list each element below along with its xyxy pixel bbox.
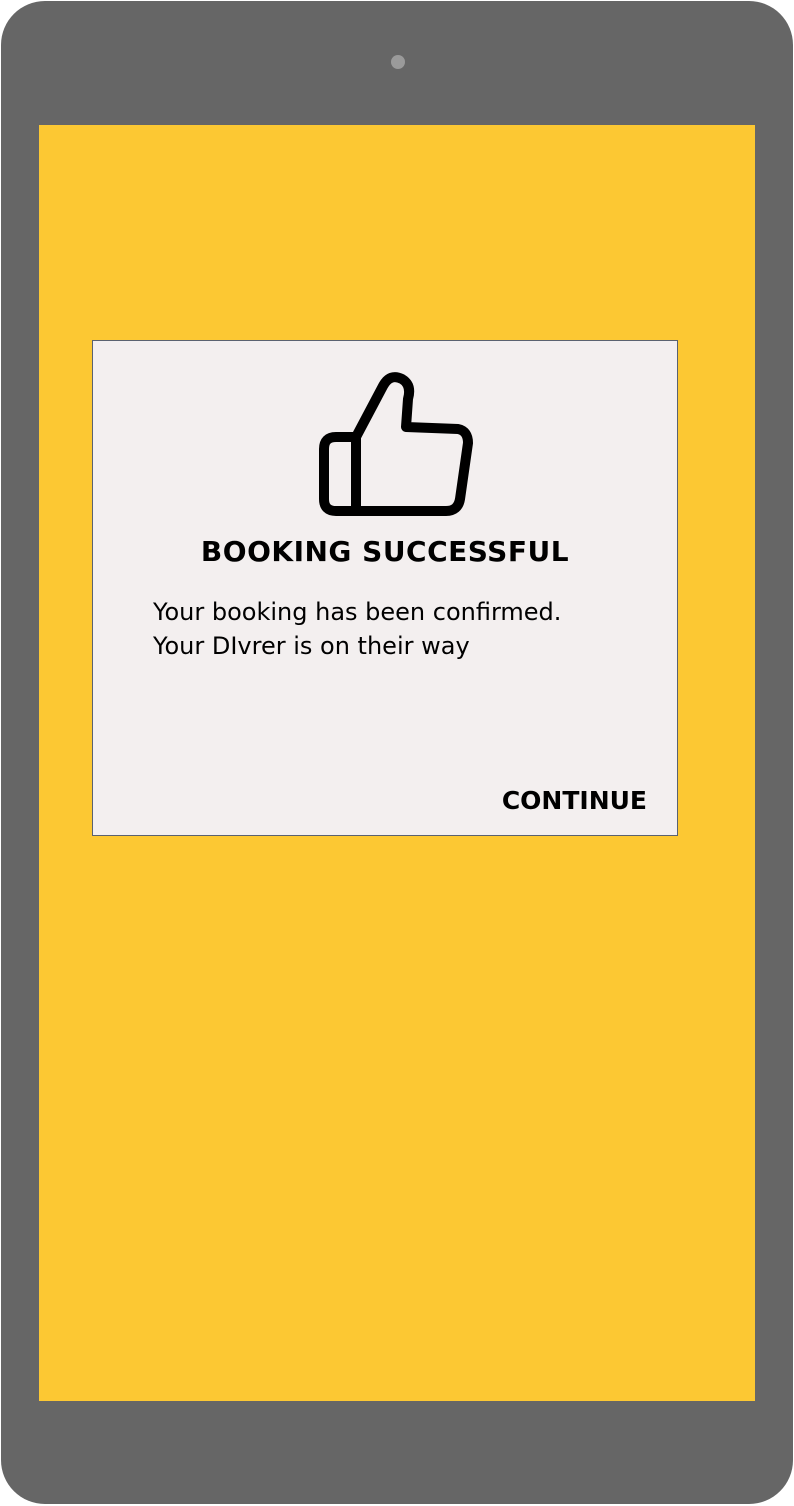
booking-success-dialog: BOOKING SUCCESSFUL Your booking has been… xyxy=(92,340,678,836)
dialog-title: BOOKING SUCCESSFUL xyxy=(200,535,570,568)
dialog-message: Your booking has been confirmed. Your DI… xyxy=(153,595,653,663)
continue-button[interactable]: CONTINUE xyxy=(502,786,647,815)
camera-dot xyxy=(391,55,405,69)
message-line-confirmed: Your booking has been confirmed. xyxy=(153,598,562,626)
message-line-driver: Your DIvrer is on their way xyxy=(153,632,470,660)
thumbs-up-icon xyxy=(319,372,473,516)
